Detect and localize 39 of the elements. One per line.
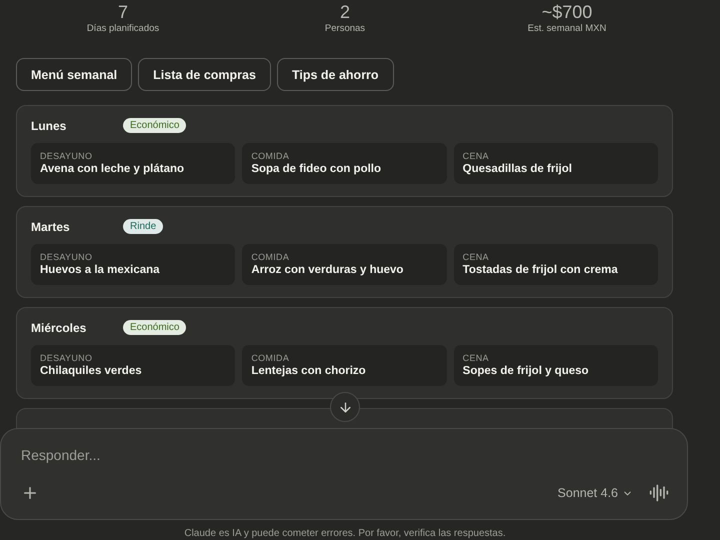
meal-type: CENA [462,252,490,262]
tab[interactable]: Tips de ahorro [276,58,394,91]
dish-name: Tostadas de frijol con crema [462,264,619,276]
dish-name: Avena con leche y plátano [40,163,186,175]
stat-value: ~$700 [542,2,592,22]
add-button[interactable] [21,484,39,502]
stat-value: 7 [118,2,128,22]
meal-type: COMIDA [251,151,290,161]
meal-type: COMIDA [251,353,290,363]
dish-name: Chilaquiles verdes [40,365,143,377]
tag: Económico [123,118,186,133]
dish-name: Sopes de frijol y queso [462,365,590,377]
disclaimer: Claude es IA y puede cometer errores. Por favor, verifica las respuestas. [183,528,507,539]
meal-type: CENA [462,353,490,363]
stat-label: Personas [324,22,366,35]
arrow-down-icon [338,400,352,414]
tag: Económico [123,320,186,335]
dish-name: Sopa de fideo con pollo [251,163,382,175]
dish-name: Huevos a la mexicana [40,264,161,276]
stat-label: Est. semanal MXN [528,22,606,35]
dish-name: Arroz con verduras y huevo [251,264,404,276]
reply-input[interactable]: Responder... [21,447,669,463]
tag: Rinde [123,219,164,234]
day-title: Miércoles [31,320,88,334]
meal-type: DESAYUNO [40,353,94,363]
meal-type: CENA [462,151,490,161]
day-title: Lunes [31,118,68,132]
meal-type: DESAYUNO [40,151,94,161]
meal-type: DESAYUNO [40,252,94,262]
tab[interactable]: Menú semanal [16,58,132,91]
model-selector[interactable]: Sonnet 4.6 [558,486,633,500]
dish-name: Quesadillas de frijol [462,163,573,175]
voice-button[interactable] [649,483,669,503]
tab[interactable]: Lista de compras [138,58,271,91]
meal-type: COMIDA [251,252,290,262]
dish-name: Lentejas con chorizo [251,365,367,377]
stat-value: 2 [340,2,350,22]
stat-label: Días planificados [86,22,160,35]
day-title: Martes [31,220,71,234]
